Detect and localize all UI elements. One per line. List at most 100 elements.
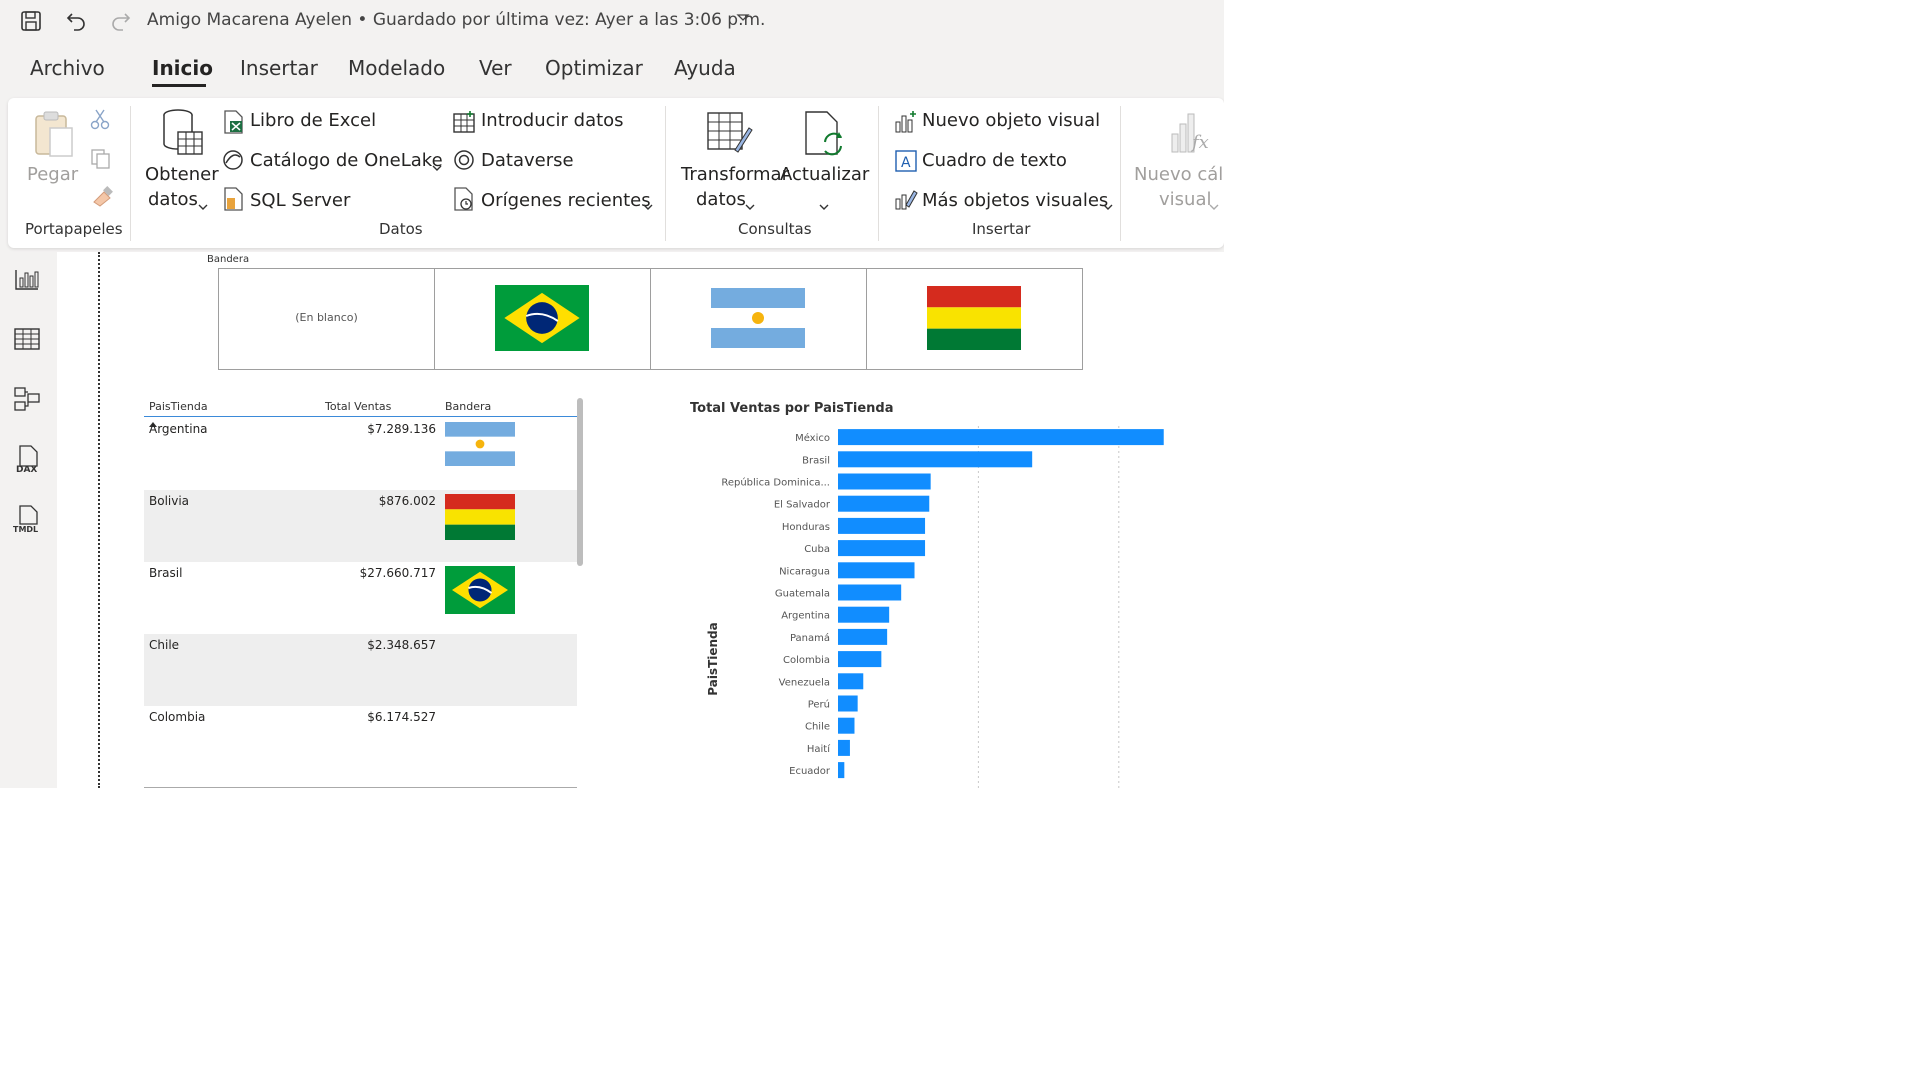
sql-server-button[interactable]: SQL Server xyxy=(250,190,350,211)
chevron-down-icon[interactable] xyxy=(432,158,442,177)
slicer-tile-argentina[interactable] xyxy=(650,268,867,370)
chart-bar[interactable] xyxy=(838,429,1164,446)
chart-bar[interactable] xyxy=(838,473,931,490)
cut-icon[interactable] xyxy=(90,108,110,134)
chart-bar[interactable] xyxy=(838,606,890,623)
chart-category-label: Chile xyxy=(805,722,830,733)
table-row[interactable]: Argentina $7.289.136 xyxy=(144,418,577,490)
save-icon[interactable] xyxy=(18,8,44,34)
tab-inicio[interactable]: Inicio xyxy=(152,56,213,80)
tab-modelado[interactable]: Modelado xyxy=(348,56,445,80)
chart-category-label: Cuba xyxy=(804,544,830,555)
table-row[interactable]: Brasil $27.660.717 xyxy=(144,562,577,634)
paste-button[interactable]: Pegar xyxy=(27,164,78,185)
cell-total-ventas: $876.002 xyxy=(378,494,436,508)
table-scrollbar[interactable] xyxy=(577,398,583,566)
get-data-button-line2[interactable]: datos xyxy=(148,189,198,210)
tab-archivo[interactable]: Archivo xyxy=(30,56,105,80)
slicer-title: Bandera xyxy=(207,254,250,265)
tab-optimizar[interactable]: Optimizar xyxy=(545,56,643,80)
copy-icon[interactable] xyxy=(90,148,112,174)
enter-data-button[interactable]: Introducir datos xyxy=(481,110,624,131)
get-data-icon xyxy=(160,108,206,162)
group-separator xyxy=(130,106,131,241)
table-row[interactable]: Chile $2.348.657 xyxy=(144,634,577,706)
tab-insertar[interactable]: Insertar xyxy=(240,56,318,80)
transform-data-button-line2[interactable]: datos xyxy=(696,189,746,210)
chevron-down-icon[interactable] xyxy=(1209,197,1219,216)
cell-total-ventas: $6.174.527 xyxy=(367,710,436,724)
excel-workbook-button[interactable]: Libro de Excel xyxy=(250,110,376,131)
chart-category-label: Honduras xyxy=(782,522,830,533)
title-dropdown-icon[interactable] xyxy=(735,10,751,30)
cell-total-ventas: $27.660.717 xyxy=(359,566,436,580)
table-row[interactable]: Colombia $6.174.527 xyxy=(144,706,577,778)
chevron-down-icon[interactable] xyxy=(745,197,755,216)
chart-category-label: Nicaragua xyxy=(779,566,830,577)
chart-category-label: Panamá xyxy=(790,632,830,644)
chart-bar[interactable] xyxy=(838,651,882,668)
new-visual-calculation-button[interactable]: Nuevo cálc xyxy=(1134,164,1224,185)
chart-bar[interactable] xyxy=(838,762,845,779)
redo-icon[interactable] xyxy=(108,8,134,34)
ribbon: Pegar Portapapeles Obtener datos Libro d… xyxy=(8,98,1224,248)
column-header-bandera[interactable]: Bandera xyxy=(445,400,491,413)
chart-category-label: Ecuador xyxy=(789,766,831,777)
chart-bar[interactable] xyxy=(838,495,930,512)
column-header-total-ventas[interactable]: Total Ventas xyxy=(325,400,391,413)
tab-ver[interactable]: Ver xyxy=(479,56,512,80)
brazil-flag-icon xyxy=(495,285,589,355)
onelake-catalog-button[interactable]: Catálogo de OneLake xyxy=(250,150,443,171)
report-view-icon[interactable] xyxy=(12,264,42,294)
transform-data-button[interactable]: Transformar xyxy=(681,164,789,185)
chevron-down-icon[interactable] xyxy=(819,197,829,216)
dataverse-icon xyxy=(452,149,476,175)
table-row[interactable]: Bolivia $876.002 xyxy=(144,490,577,562)
refresh-button[interactable]: Actualizar xyxy=(780,164,869,185)
group-label-portapapeles: Portapapeles xyxy=(25,220,123,238)
bar-chart-visual[interactable]: Total Ventas por PaisTienda PaisTienda M… xyxy=(690,392,1210,788)
chart-bar[interactable] xyxy=(838,562,915,579)
new-visual-calculation-button-line2[interactable]: visual xyxy=(1159,189,1211,210)
get-data-button[interactable]: Obtener xyxy=(145,164,219,185)
recent-sources-icon xyxy=(452,187,476,215)
chart-bar[interactable] xyxy=(838,628,888,645)
column-header-paistienda[interactable]: PaisTienda xyxy=(149,400,208,413)
chart-bar[interactable] xyxy=(838,451,1033,468)
chart-category-label: México xyxy=(795,432,830,444)
svg-text:DAX: DAX xyxy=(16,465,37,474)
chart-bar[interactable] xyxy=(838,517,926,534)
tab-ayuda[interactable]: Ayuda xyxy=(674,56,736,80)
dataverse-button[interactable]: Dataverse xyxy=(481,150,574,171)
chart-bar[interactable] xyxy=(838,739,850,756)
slicer-tile-bolivia[interactable] xyxy=(866,268,1083,370)
chart-bar[interactable] xyxy=(838,717,855,734)
enter-data-icon xyxy=(452,110,476,138)
chart-bar[interactable] xyxy=(838,540,926,557)
chevron-down-icon[interactable] xyxy=(643,197,653,216)
power-bi-window: Amigo Macarena Ayelen • Guardado por últ… xyxy=(0,0,1224,788)
format-painter-icon[interactable] xyxy=(90,186,114,212)
svg-text:fx: fx xyxy=(1190,132,1209,153)
model-view-icon[interactable] xyxy=(12,384,42,414)
recent-sources-button[interactable]: Orígenes recientes xyxy=(481,190,651,211)
table-view-icon[interactable] xyxy=(12,324,42,354)
text-box-button[interactable]: Cuadro de texto xyxy=(922,150,1067,171)
chart-bar[interactable] xyxy=(838,584,902,601)
chevron-down-icon[interactable] xyxy=(1103,197,1113,216)
chart-bar[interactable] xyxy=(838,695,858,712)
more-visuals-button[interactable]: Más objetos visuales xyxy=(922,190,1108,211)
cell-paistienda: Argentina xyxy=(149,422,208,436)
group-label-datos: Datos xyxy=(379,220,423,238)
new-visual-button[interactable]: Nuevo objeto visual xyxy=(922,110,1100,131)
chart-category-label: Guatemala xyxy=(775,589,830,600)
undo-icon[interactable] xyxy=(63,8,89,34)
chart-bar[interactable] xyxy=(838,673,864,690)
window-title: Amigo Macarena Ayelen • Guardado por últ… xyxy=(147,10,766,30)
cell-paistienda: Bolivia xyxy=(149,494,190,508)
slicer-tile-blank[interactable]: (En blanco) xyxy=(218,268,435,370)
chevron-down-icon[interactable] xyxy=(198,197,208,216)
dax-query-view-icon[interactable]: DAX xyxy=(12,444,42,475)
tmdl-view-icon[interactable]: TMDL xyxy=(12,504,42,534)
slicer-tile-brazil[interactable] xyxy=(434,268,651,370)
